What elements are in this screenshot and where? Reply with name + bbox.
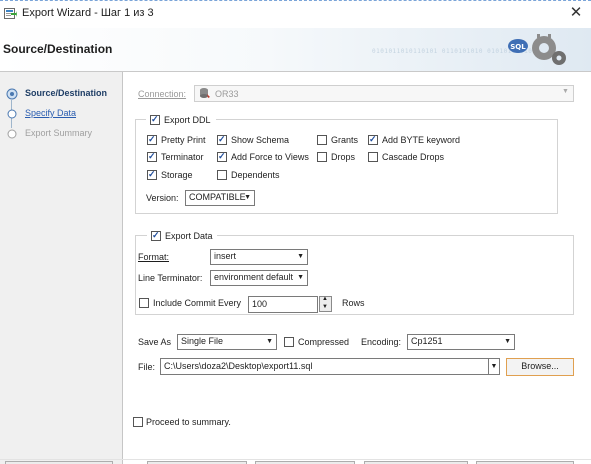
- connection-label: Connection:: [138, 89, 187, 99]
- encoding-select[interactable]: Cp1251 ▼: [407, 334, 515, 350]
- format-value: insert: [214, 251, 237, 261]
- save-as-label: Save As: [138, 337, 172, 347]
- export-wizard-icon: [4, 7, 17, 20]
- line-terminator-value: environment default: [214, 272, 294, 282]
- grants-label: Grants: [331, 135, 359, 145]
- database-connection-icon: [199, 87, 211, 99]
- nav-item-source-destination[interactable]: Source/Destination: [25, 88, 107, 98]
- add-byte-keyword-checkbox[interactable]: [368, 134, 378, 145]
- cascade-drops-label: Cascade Drops: [382, 152, 445, 162]
- step-node-icon: [6, 108, 17, 119]
- nav-item-specify-data[interactable]: Specify Data: [25, 108, 76, 118]
- compressed-checkbox[interactable]: [284, 337, 294, 347]
- chevron-down-icon[interactable]: ▼: [488, 358, 500, 375]
- rows-label: Rows: [342, 298, 365, 308]
- svg-text:SQL: SQL: [510, 43, 526, 51]
- export-ddl-checkbox[interactable]: [150, 114, 160, 125]
- export-ddl-label: Export DDL: [164, 115, 211, 125]
- page-title: Source/Destination: [3, 42, 113, 56]
- file-label: File:: [138, 362, 156, 372]
- export-data-checkbox[interactable]: [151, 230, 161, 241]
- connection-value: OR33: [215, 89, 239, 99]
- storage-label: Storage: [161, 170, 193, 180]
- encoding-value: Cp1251: [411, 336, 443, 346]
- save-as-value: Single File: [181, 336, 224, 346]
- show-schema-checkbox[interactable]: [217, 134, 227, 145]
- step-node-icon: [6, 128, 17, 139]
- dependents-label: Dependents: [231, 170, 280, 180]
- drops-label: Drops: [331, 152, 356, 162]
- connection-select: [194, 85, 574, 102]
- dependents-checkbox[interactable]: [217, 170, 227, 180]
- show-schema-label: Show Schema: [231, 135, 290, 145]
- storage-checkbox[interactable]: [147, 169, 157, 180]
- format-label: Format:: [138, 252, 170, 262]
- terminator-label: Terminator: [161, 152, 204, 162]
- chevron-down-icon: ▼: [297, 274, 304, 281]
- chevron-down-icon: ▼: [297, 253, 304, 260]
- cascade-drops-checkbox[interactable]: [368, 152, 378, 162]
- window-title: Export Wizard - Шаг 1 из 3: [22, 7, 154, 19]
- current-step-icon: [6, 88, 18, 100]
- format-select[interactable]: insert ▼: [210, 249, 308, 265]
- file-path-input[interactable]: C:\Users\doza2\Desktop\export11.sql: [160, 358, 489, 375]
- commit-rows-input[interactable]: 100: [248, 296, 318, 313]
- version-label: Version:: [146, 193, 179, 203]
- include-commit-label: Include Commit Every: [153, 298, 242, 308]
- pretty-print-checkbox[interactable]: [147, 134, 157, 145]
- add-force-to-views-label: Add Force to Views: [231, 152, 309, 162]
- chevron-down-icon[interactable]: ▼: [322, 304, 328, 310]
- chevron-up-icon[interactable]: ▲: [322, 296, 328, 302]
- chevron-down-icon: ▼: [244, 194, 251, 201]
- save-as-select[interactable]: Single File ▼: [177, 334, 277, 350]
- commit-rows-stepper[interactable]: ▲ ▼: [319, 296, 332, 312]
- grants-checkbox[interactable]: [317, 135, 327, 145]
- chevron-down-icon: ▼: [266, 338, 273, 345]
- include-commit-checkbox[interactable]: [139, 298, 149, 308]
- button-bar-divider: [0, 459, 591, 460]
- proceed-to-summary-label: Proceed to summary.: [146, 417, 231, 427]
- sql-gears-icon: SQL: [504, 30, 568, 70]
- browse-button[interactable]: Browse...: [506, 358, 574, 376]
- chevron-down-icon: ▼: [562, 88, 569, 95]
- add-byte-keyword-label: Add BYTE keyword: [382, 135, 461, 145]
- export-data-label: Export Data: [165, 231, 213, 241]
- version-value: COMPATIBLE: [189, 192, 246, 202]
- nav-item-export-summary: Export Summary: [25, 128, 93, 138]
- line-terminator-select[interactable]: environment default ▼: [210, 270, 308, 286]
- proceed-to-summary-checkbox[interactable]: [133, 417, 143, 427]
- line-terminator-label: Line Terminator:: [138, 273, 203, 283]
- drops-checkbox[interactable]: [317, 152, 327, 162]
- encoding-label: Encoding:: [361, 337, 402, 347]
- version-select[interactable]: COMPATIBLE ▼: [185, 190, 255, 206]
- terminator-checkbox[interactable]: [147, 151, 157, 162]
- pretty-print-label: Pretty Print: [161, 135, 206, 145]
- close-icon[interactable]: ✕: [568, 4, 584, 22]
- chevron-down-icon: ▼: [504, 338, 511, 345]
- compressed-label: Compressed: [298, 337, 350, 347]
- add-force-to-views-checkbox[interactable]: [217, 151, 227, 162]
